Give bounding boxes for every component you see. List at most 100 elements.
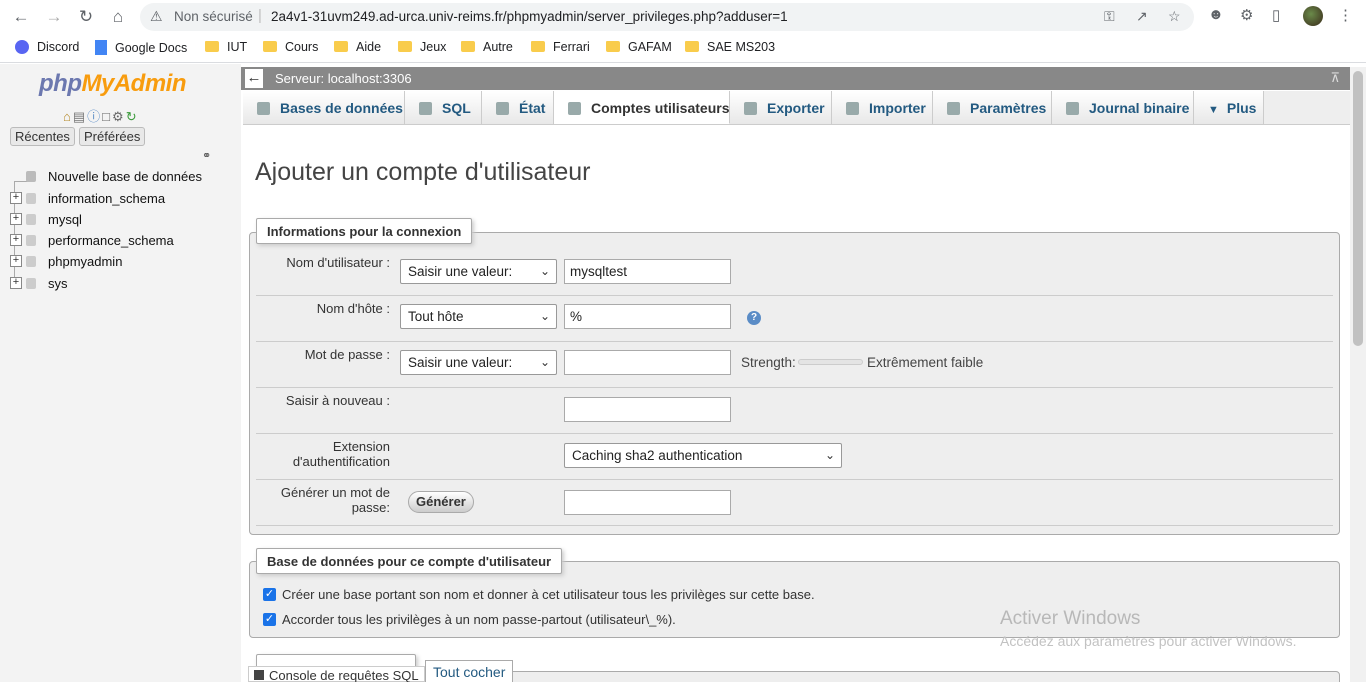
server-breadcrumb-bar: ← Serveur: localhost:3306 ⊼ (241, 67, 1350, 90)
help-question-icon[interactable]: ? (747, 311, 761, 325)
favorite-tables-button[interactable]: Préférées (79, 127, 146, 146)
label-line: Extension (332, 439, 390, 454)
expand-plus-icon[interactable]: + (10, 255, 22, 267)
retype-password-input[interactable] (564, 397, 731, 422)
bookmark-label: Autre (483, 40, 513, 54)
collapse-nav-arrow-icon[interactable]: ← (245, 69, 263, 88)
bookmark-ferrari[interactable]: Ferrari (531, 40, 590, 54)
link-chain-icon[interactable]: ⚭ (202, 149, 211, 162)
discord-icon (15, 40, 29, 54)
select-value: Caching sha2 authentication (572, 448, 743, 463)
tab-settings[interactable]: Paramètres (933, 91, 1052, 124)
google-docs-icon (95, 40, 107, 55)
warning-icon: ⚠ (150, 8, 163, 24)
generated-password-input[interactable] (564, 490, 731, 515)
recent-tables-button[interactable]: Récentes (10, 127, 75, 146)
bookmark-iut[interactable]: IUT (205, 40, 247, 54)
check-all-link[interactable]: Tout cocher (425, 660, 514, 682)
auth-plugin-select[interactable]: Caching sha2 authentication ⌄ (564, 443, 842, 468)
home-icon[interactable]: ⌂ (107, 6, 129, 28)
login-info-fieldset: Nom d'utilisateur : Saisir une valeur: ⌄ … (249, 232, 1340, 535)
chevron-down-icon: ⌄ (539, 264, 550, 278)
reload-icon[interactable]: ↻ (75, 6, 97, 28)
phpmyadmin-logo[interactable]: phpMyAdmin (39, 70, 186, 98)
menu-kebab-icon[interactable]: ⋮ (1338, 6, 1353, 24)
expand-plus-icon[interactable]: + (10, 277, 22, 289)
chevron-down-icon: ⌄ (539, 309, 550, 323)
tab-sql[interactable]: SQL (405, 91, 482, 124)
login-info-legend: Informations pour la connexion (256, 218, 473, 244)
password-type-select[interactable]: Saisir une valeur: ⌄ (400, 350, 557, 375)
tab-export[interactable]: Exporter (730, 91, 832, 124)
collapse-top-icon[interactable]: ⊼ (1330, 70, 1340, 86)
tab-user-accounts[interactable]: Comptes utilisateurs (554, 91, 730, 124)
bookmark-google-docs[interactable]: Google Docs (95, 40, 187, 55)
expand-plus-icon[interactable]: + (10, 234, 22, 246)
status-icon (496, 102, 509, 115)
logout-icon[interactable]: ▤ (73, 109, 87, 124)
tab-label: Bases de données (280, 100, 403, 116)
generate-password-button[interactable]: Générer (408, 491, 474, 513)
tab-more[interactable]: ▼ Plus (1194, 91, 1264, 124)
key-icon[interactable]: ⚿ (1104, 8, 1115, 25)
expand-plus-icon[interactable]: + (10, 192, 22, 204)
bookmark-aide[interactable]: Aide (334, 40, 381, 54)
hostname-input[interactable]: % (564, 304, 731, 329)
settings-gear-icon[interactable]: ⚙ (112, 109, 126, 124)
folder-icon (263, 41, 277, 52)
bookmark-autre[interactable]: Autre (461, 40, 513, 54)
tab-import[interactable]: Importer (832, 91, 933, 124)
page-scrollbar[interactable] (1350, 67, 1366, 682)
forward-arrow-icon[interactable]: → (43, 6, 65, 28)
side-panel-icon[interactable]: ▯ (1272, 6, 1280, 24)
url-text[interactable]: 2a4v1-31uvm249.ad-urca.univ-reims.fr/php… (271, 9, 788, 24)
star-icon[interactable]: ☆ (1168, 8, 1181, 25)
username-type-select[interactable]: Saisir une valeur: ⌄ (400, 259, 557, 284)
help-icon[interactable]: ⓘ (87, 109, 102, 124)
profile-avatar[interactable] (1303, 6, 1323, 26)
bookmark-cours[interactable]: Cours (263, 40, 318, 54)
scrollbar-thumb[interactable] (1353, 71, 1363, 346)
back-arrow-icon[interactable]: ← (10, 6, 32, 28)
bookmark-discord[interactable]: Discord (15, 40, 79, 54)
chevron-down-icon: ▼ (1208, 104, 1219, 116)
reload-nav-icon[interactable]: ↻ (126, 109, 139, 124)
folder-icon (531, 41, 545, 52)
home-icon[interactable]: ⌂ (63, 109, 73, 124)
username-input[interactable]: mysqltest (564, 259, 731, 284)
hostname-row: Nom d'hôte : Tout hôte ⌄ % ? (256, 296, 1333, 342)
share-icon[interactable]: ↗ (1136, 8, 1148, 25)
bookmark-gafam[interactable]: GAFAM (606, 40, 672, 54)
expand-plus-icon[interactable]: + (10, 213, 22, 225)
tab-binary-log[interactable]: Journal binaire (1052, 91, 1194, 124)
database-icon (26, 193, 36, 204)
database-label: performance_schema (48, 233, 174, 248)
chevron-down-icon: ⌄ (824, 448, 835, 462)
wildcard-privileges-label: Accorder tous les privilèges à un nom pa… (282, 612, 676, 627)
strength-value: Extrêmement faible (867, 355, 984, 370)
password-strength-meter (798, 359, 863, 365)
browser-toolbar: ← → ↻ ⌂ ⚠ Non sécurisé | 2a4v1-31uvm249.… (0, 0, 1366, 33)
strength-label: Strength: (741, 355, 796, 370)
bookmark-jeux[interactable]: Jeux (398, 40, 446, 54)
sql-console-bar[interactable]: Console de requêtes SQL (248, 666, 425, 682)
auth-plugin-label: Extension d'authentification (293, 439, 390, 469)
logo-php: php (39, 70, 82, 97)
folder-icon (334, 41, 348, 52)
password-input[interactable] (564, 350, 731, 375)
database-label: phpmyadmin (48, 254, 123, 269)
bookmark-sae-ms203[interactable]: SAE MS203 (685, 40, 775, 54)
main-content: Ajouter un compte d'utilisateur Nom d'ut… (243, 126, 1350, 682)
wrench-icon (947, 102, 960, 115)
server-breadcrumb[interactable]: Serveur: localhost:3306 (275, 71, 412, 86)
address-bar[interactable]: ⚠ Non sécurisé | 2a4v1-31uvm249.ad-urca.… (140, 3, 1194, 31)
tab-databases[interactable]: Bases de données (243, 91, 405, 124)
puzzle-icon[interactable]: ⚙ (1240, 6, 1253, 24)
wildcard-privileges-checkbox[interactable]: ✓ (263, 613, 276, 626)
docs-icon[interactable]: □ (102, 109, 112, 124)
hostname-type-select[interactable]: Tout hôte ⌄ (400, 304, 557, 329)
extension-spy-icon[interactable]: ☻ (1208, 6, 1224, 23)
folder-icon (205, 41, 219, 52)
tab-status[interactable]: État (482, 91, 554, 124)
create-db-checkbox[interactable]: ✓ (263, 588, 276, 601)
